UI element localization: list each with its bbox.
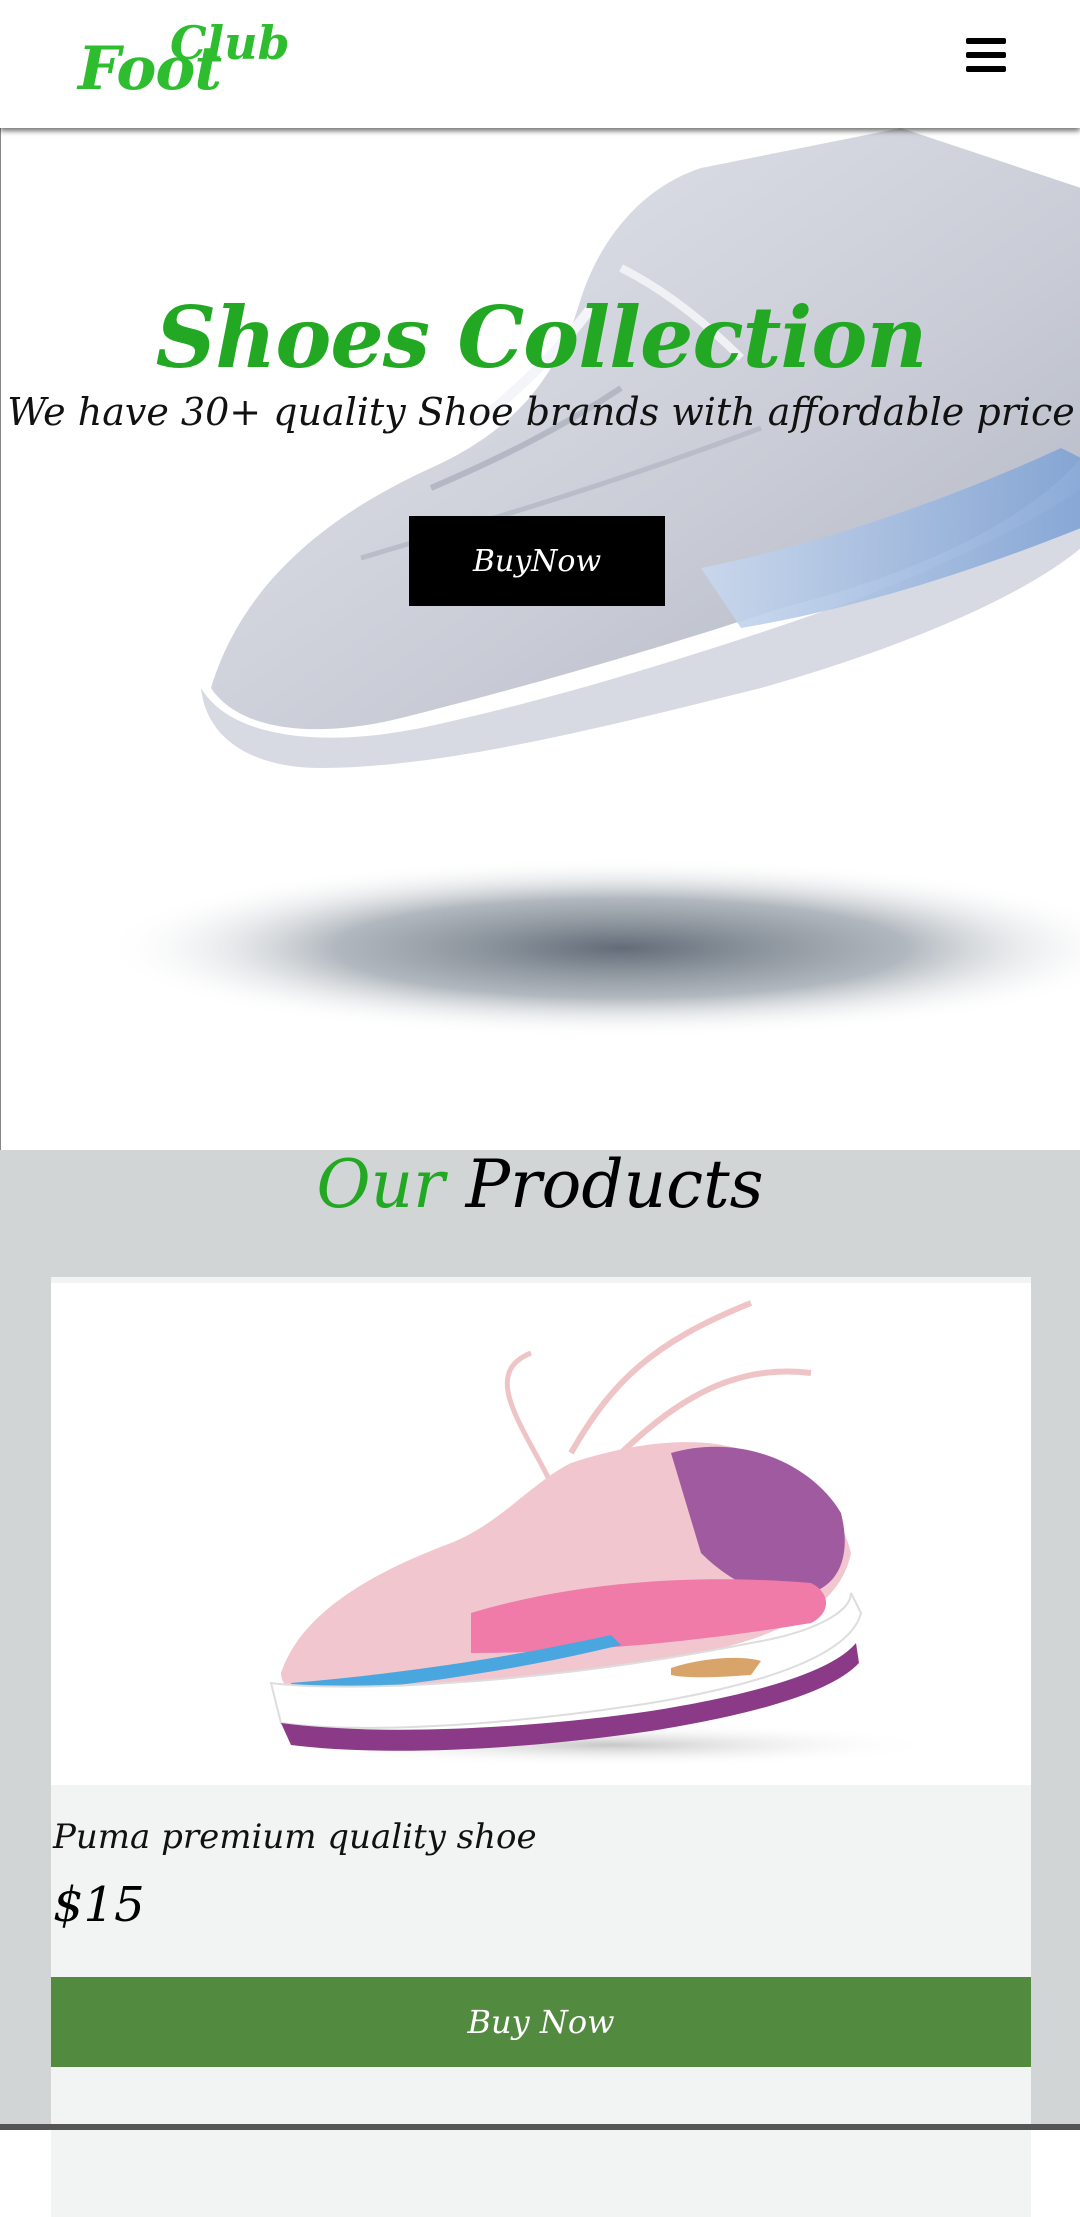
pink-sneaker-image <box>269 1300 941 1767</box>
hero-section: Shoes Collection We have 30+ quality Sho… <box>0 128 1080 1150</box>
page-bottom-edge <box>0 2124 1080 2130</box>
product-price: $15 <box>53 1877 145 1933</box>
hero-subtitle: We have 30+ quality Shoe brands with aff… <box>7 390 1075 434</box>
logo-club-text: Club <box>170 16 290 70</box>
product-card: Puma premium quality shoe $15 Buy Now <box>51 1277 1031 2217</box>
products-heading-products: Products <box>465 1146 764 1223</box>
product-buy-now-button[interactable]: Buy Now <box>51 1977 1031 2067</box>
product-name: Puma premium quality shoe <box>53 1817 537 1857</box>
products-section: Our Products Puma premium quality shoe $… <box>0 1146 1080 2217</box>
products-heading-our: Our <box>316 1146 445 1223</box>
products-heading: Our Products <box>0 1146 1080 1223</box>
site-header: Foot Club <box>0 0 1080 128</box>
hero-sneaker-image <box>101 128 1080 1038</box>
hero-buy-now-button[interactable]: BuyNow <box>409 516 665 606</box>
hero-title: Shoes Collection <box>155 288 928 387</box>
logo[interactable]: Foot Club <box>78 16 290 104</box>
product-image <box>51 1283 1031 1785</box>
hamburger-menu-icon[interactable] <box>966 38 1006 74</box>
